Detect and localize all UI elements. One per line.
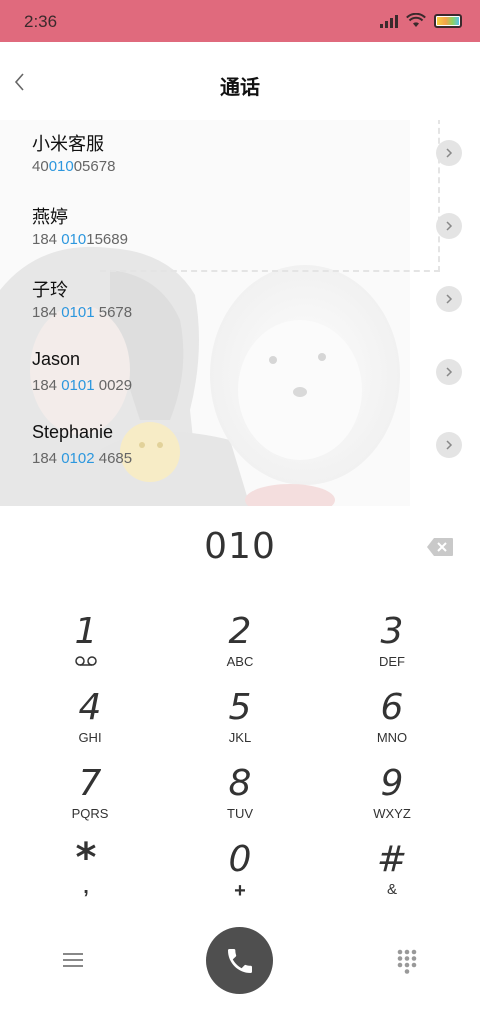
key-4[interactable]: 4 GHI: [30, 688, 150, 760]
voicemail-icon: [75, 656, 97, 666]
key-digit: 6: [380, 687, 404, 728]
dialpad-toggle-button[interactable]: [396, 948, 418, 974]
dialpad-icon: [397, 949, 417, 974]
page-title: 通话: [220, 75, 260, 99]
status-icons: [380, 13, 462, 28]
delete-button[interactable]: [426, 537, 454, 557]
contact-detail-button[interactable]: [436, 432, 462, 458]
contact-detail-button[interactable]: [436, 286, 462, 312]
chevron-right-icon: [446, 367, 453, 377]
key-digit: 7: [78, 763, 102, 804]
key-2[interactable]: 2 ABC: [180, 612, 300, 684]
key-3[interactable]: 3 DEF: [332, 612, 452, 684]
key-7[interactable]: 7 PQRS: [30, 764, 150, 836]
contact-name: Stephanie: [32, 422, 114, 442]
contact-row[interactable]: Stephanie 184 0102 4685: [0, 412, 480, 485]
key-letters: PQRS: [71, 806, 109, 821]
contact-number: 184 01015689: [32, 231, 128, 248]
key-letters: +: [234, 880, 246, 902]
key-hash[interactable]: # &: [332, 840, 452, 912]
key-digit: 8: [228, 763, 252, 804]
phone-icon: [227, 948, 252, 973]
contact-number: 184 0101 0029: [32, 377, 133, 394]
key-1[interactable]: 1: [26, 612, 146, 684]
dialed-number: 010: [204, 526, 276, 567]
key-letters: ABC: [226, 654, 254, 669]
contact-name: 子玲: [32, 280, 68, 300]
key-6[interactable]: 6 MNO: [332, 688, 452, 760]
contact-detail-button[interactable]: [436, 140, 462, 166]
backspace-icon: [427, 538, 453, 556]
key-digit: *: [75, 835, 97, 881]
key-0[interactable]: 0 +: [180, 840, 300, 912]
key-letters: JKL: [228, 730, 252, 745]
contact-row[interactable]: 子玲 184 0101 5678: [0, 266, 480, 339]
hamburger-menu-icon: [63, 953, 83, 967]
key-digit: 1: [74, 611, 98, 652]
contact-row[interactable]: Jason 184 0101 0029: [0, 339, 480, 412]
key-letters: ,: [83, 876, 89, 898]
key-digit: #: [376, 839, 408, 880]
dial-display: 010: [0, 506, 480, 592]
contact-row[interactable]: 燕婷 184 01015689: [0, 193, 480, 266]
status-bar: 2:36: [0, 0, 480, 42]
chevron-right-icon: [446, 440, 453, 450]
contact-row[interactable]: 小米客服 4001005678: [0, 120, 480, 193]
key-letters: MNO: [376, 730, 408, 745]
call-button[interactable]: [206, 927, 273, 994]
contact-number: 4001005678: [32, 158, 116, 175]
key-5[interactable]: 5 JKL: [180, 688, 300, 760]
contact-number: 184 0102 4685: [32, 450, 133, 467]
contact-name: 小米客服: [32, 134, 104, 154]
key-letters: &: [386, 881, 397, 898]
bottom-bar: [0, 920, 480, 1013]
chevron-right-icon: [446, 221, 453, 231]
key-letters: DEF: [379, 654, 405, 669]
nav-bar: 通话: [0, 42, 480, 120]
contact-number: 184 0101 5678: [32, 304, 133, 321]
chevron-right-icon: [446, 294, 453, 304]
contact-detail-button[interactable]: [436, 213, 462, 239]
key-digit: 3: [380, 611, 404, 652]
signal-icon: [380, 14, 398, 28]
key-9[interactable]: 9 WXYZ: [332, 764, 452, 836]
key-digit: 4: [78, 687, 102, 728]
key-digit: 0: [228, 839, 252, 880]
key-letters: TUV: [227, 806, 253, 821]
contact-name: 燕婷: [32, 207, 68, 227]
key-digit: 2: [228, 611, 252, 652]
wifi-icon: [406, 13, 426, 27]
key-star[interactable]: * ,: [26, 835, 146, 912]
contact-match-list[interactable]: 小米客服 4001005678 燕婷 184 01015689 子玲 184 0…: [0, 120, 480, 506]
key-digit: 9: [380, 763, 404, 804]
contact-detail-button[interactable]: [436, 359, 462, 385]
battery-icon: [434, 13, 462, 28]
key-digit: 5: [228, 687, 252, 728]
key-letters: GHI: [78, 730, 102, 745]
key-8[interactable]: 8 TUV: [180, 764, 300, 836]
menu-button[interactable]: [62, 950, 84, 970]
chevron-right-icon: [446, 148, 453, 158]
key-letters: WXYZ: [373, 806, 411, 821]
contact-name: Jason: [32, 349, 81, 369]
status-time: 2:36: [24, 12, 58, 31]
